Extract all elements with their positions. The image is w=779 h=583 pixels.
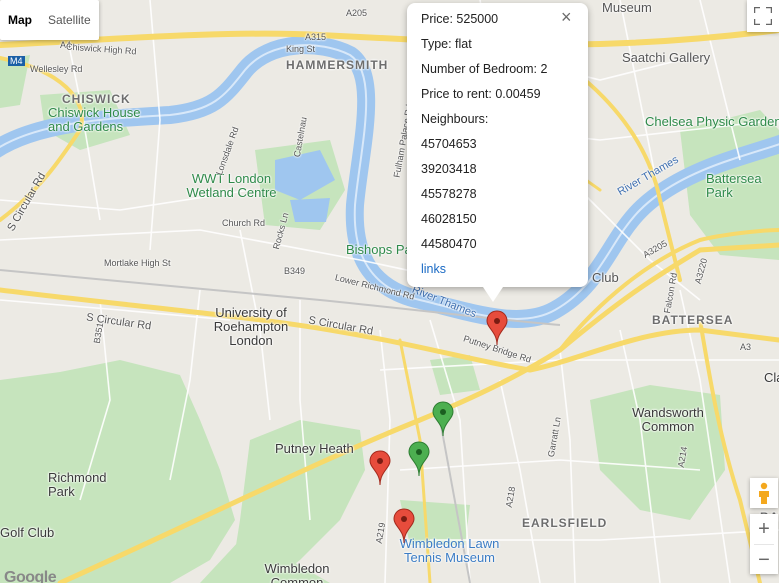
road-a205: A205: [346, 8, 368, 18]
info-window: × Price: 525000 Type: flat Number of Bed…: [407, 3, 588, 302]
popup-type: Type: flat: [421, 37, 472, 51]
label-university: University of Roehampton London: [213, 305, 289, 348]
road-kings-st: King St: [286, 44, 316, 54]
map-canvas[interactable]: HAMMERSMITH CHISWICK BATTERSEA EARLSFIEL…: [0, 0, 779, 583]
popup-neighbour: 45704653: [421, 137, 477, 151]
label-chiswick: CHISWICK: [62, 92, 131, 106]
popup-bedrooms: Number of Bedroom: 2: [421, 62, 548, 76]
label-hammersmith: HAMMERSMITH: [286, 58, 389, 72]
marker-selected[interactable]: [486, 310, 508, 346]
marker-red-3[interactable]: [393, 508, 415, 544]
label-battersea: BATTERSEA: [652, 313, 734, 327]
label-chiswick-house: Chiswick House and Gardens: [48, 105, 141, 134]
zoom-control: + −: [750, 514, 778, 574]
road-a3: A3: [740, 342, 752, 352]
google-logo: Google: [4, 569, 57, 583]
label-museum: Museum: [602, 0, 652, 15]
popup-neighbour: 45578278: [421, 187, 477, 201]
label-bishops: Bishops Pa: [346, 242, 412, 257]
fullscreen-button[interactable]: [747, 0, 779, 32]
marker-green-2[interactable]: [408, 441, 430, 477]
label-saatchi: Saatchi Gallery: [622, 50, 711, 65]
label-clapham: Cla: [764, 370, 779, 385]
label-club: Club: [592, 270, 619, 285]
zoom-in-button[interactable]: +: [750, 514, 778, 544]
marker-green-1[interactable]: [432, 401, 454, 437]
road-mortlake: Mortlake High St: [104, 258, 171, 268]
label-putney-heath: Putney Heath: [275, 441, 354, 456]
zoom-out-button[interactable]: −: [750, 545, 778, 575]
label-earlsfield: EARLSFIELD: [522, 516, 608, 530]
map-type-satellite-button[interactable]: Satellite: [40, 0, 99, 40]
label-wandsworth-common: Wandsworth Common: [632, 405, 704, 434]
popup-price: Price: 525000: [421, 12, 499, 26]
label-wimbledon-common: Wimbledon Common: [264, 561, 330, 583]
road-m4: M4: [8, 56, 25, 66]
road-wellesley: Wellesley Rd: [30, 64, 83, 74]
popup-neighbour: 46028150: [421, 212, 477, 226]
popup-neighbours-label: Neighbours:: [421, 112, 489, 126]
pegman-icon: [759, 482, 769, 504]
label-golf-club: Golf Club: [0, 525, 55, 540]
info-window-tail: [483, 287, 503, 302]
map-type-control: Map Satellite: [0, 0, 99, 40]
road-b349: B349: [284, 266, 306, 276]
road-a315: A315: [305, 32, 327, 42]
popup-links-link[interactable]: links: [421, 262, 446, 276]
label-battersea-park: Battersea Park: [706, 171, 762, 200]
label-wwt: WWT London Wetland Centre: [186, 171, 277, 200]
popup-neighbour: 44580470: [421, 237, 477, 251]
road-church-rd: Church Rd: [222, 218, 266, 228]
popup-price-to-rent: Price to rent: 0.00459: [421, 87, 541, 101]
label-richmond-park: Richmond Park: [48, 470, 107, 499]
street-view-pegman[interactable]: [750, 478, 778, 508]
close-icon[interactable]: ×: [561, 8, 572, 26]
popup-neighbour: 39203418: [421, 162, 477, 176]
map-type-map-button[interactable]: Map: [0, 0, 40, 40]
fullscreen-icon: [754, 7, 772, 25]
marker-red-2[interactable]: [369, 450, 391, 486]
label-chelsea: Chelsea Physic Garden: [645, 114, 779, 129]
